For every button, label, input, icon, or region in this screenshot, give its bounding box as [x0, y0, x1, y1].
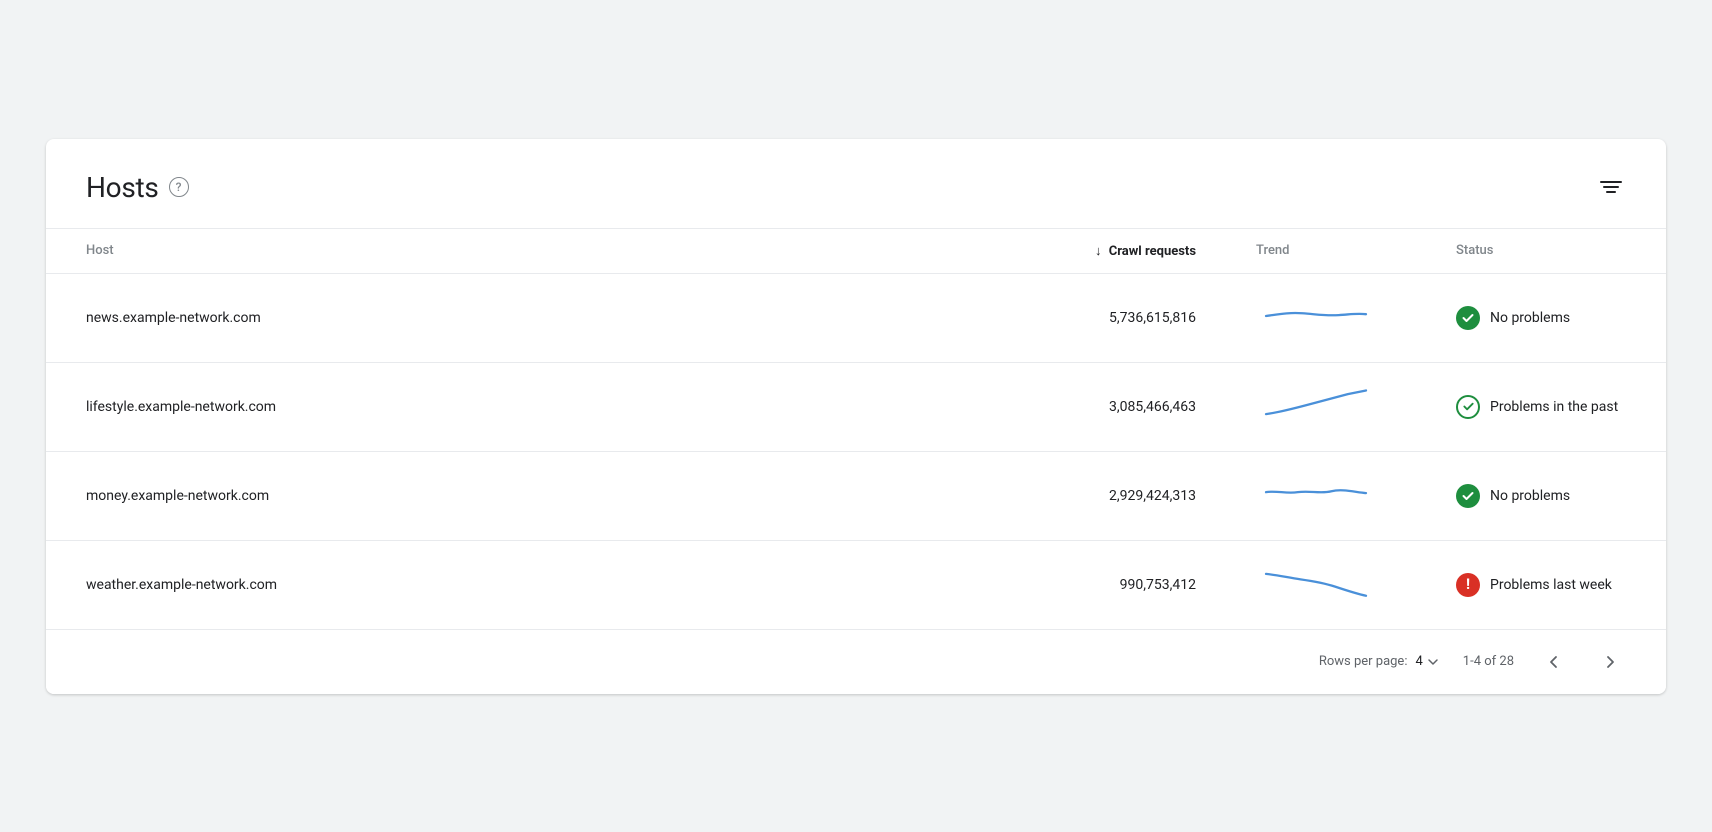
col-header-status: Status — [1416, 228, 1666, 273]
cell-trend — [1216, 540, 1416, 629]
col-header-host: Host — [46, 228, 856, 273]
help-icon-label: ? — [176, 180, 182, 194]
status-label: No problems — [1490, 310, 1570, 326]
rows-per-page-select[interactable]: 4 — [1415, 654, 1438, 669]
table-row[interactable]: news.example-network.com5,736,615,816 No … — [46, 273, 1666, 362]
status-icon-check-outline — [1456, 395, 1480, 419]
table-header-row: Host ↓ Crawl requests Trend Status — [46, 228, 1666, 273]
cell-status: No problems — [1416, 451, 1666, 540]
cell-crawl-requests: 5,736,615,816 — [856, 273, 1216, 362]
rows-per-page-control: Rows per page: 4 — [1319, 654, 1439, 669]
hosts-table: Host ↓ Crawl requests Trend Status news.… — [46, 228, 1666, 629]
cell-status: ! Problems last week — [1416, 540, 1666, 629]
col-header-trend: Trend — [1216, 228, 1416, 273]
cell-host: news.example-network.com — [46, 273, 856, 362]
prev-page-button[interactable] — [1538, 646, 1570, 678]
status-icon-error: ! — [1456, 573, 1480, 597]
table-row[interactable]: money.example-network.com2,929,424,313 No… — [46, 451, 1666, 540]
page-title: Hosts — [86, 171, 159, 204]
status-icon-check-solid — [1456, 306, 1480, 330]
cell-host: weather.example-network.com — [46, 540, 856, 629]
cell-host: lifestyle.example-network.com — [46, 362, 856, 451]
cell-trend — [1216, 362, 1416, 451]
trend-chart — [1256, 296, 1376, 336]
table-row[interactable]: weather.example-network.com990,753,412! P… — [46, 540, 1666, 629]
filter-icon[interactable] — [1596, 177, 1626, 197]
trend-chart — [1256, 385, 1376, 425]
cell-crawl-requests: 2,929,424,313 — [856, 451, 1216, 540]
cell-crawl-requests: 3,085,466,463 — [856, 362, 1216, 451]
cell-status: Problems in the past — [1416, 362, 1666, 451]
rows-per-page-value: 4 — [1415, 654, 1422, 669]
cell-status: No problems — [1416, 273, 1666, 362]
table-row[interactable]: lifestyle.example-network.com3,085,466,4… — [46, 362, 1666, 451]
status-label: Problems in the past — [1490, 399, 1618, 415]
cell-trend — [1216, 273, 1416, 362]
status-label: No problems — [1490, 488, 1570, 504]
trend-chart — [1256, 563, 1376, 603]
dropdown-arrow-icon — [1427, 656, 1439, 668]
help-icon[interactable]: ? — [169, 177, 189, 197]
chevron-right-icon — [1602, 654, 1618, 670]
col-header-crawl[interactable]: ↓ Crawl requests — [856, 228, 1216, 273]
table-footer: Rows per page: 4 1-4 of 28 — [46, 629, 1666, 694]
cell-host: money.example-network.com — [46, 451, 856, 540]
chevron-left-icon — [1546, 654, 1562, 670]
card-header: Hosts ? — [46, 139, 1666, 228]
page-info: 1-4 of 28 — [1463, 654, 1514, 669]
status-icon-check-solid — [1456, 484, 1480, 508]
rows-per-page-label: Rows per page: — [1319, 654, 1408, 669]
status-label: Problems last week — [1490, 577, 1612, 593]
cell-crawl-requests: 990,753,412 — [856, 540, 1216, 629]
sort-arrow-icon: ↓ — [1095, 244, 1102, 259]
cell-trend — [1216, 451, 1416, 540]
hosts-card: Hosts ? Host ↓ Crawl requests Trend — [46, 139, 1666, 694]
next-page-button[interactable] — [1594, 646, 1626, 678]
trend-chart — [1256, 474, 1376, 514]
title-area: Hosts ? — [86, 171, 189, 204]
